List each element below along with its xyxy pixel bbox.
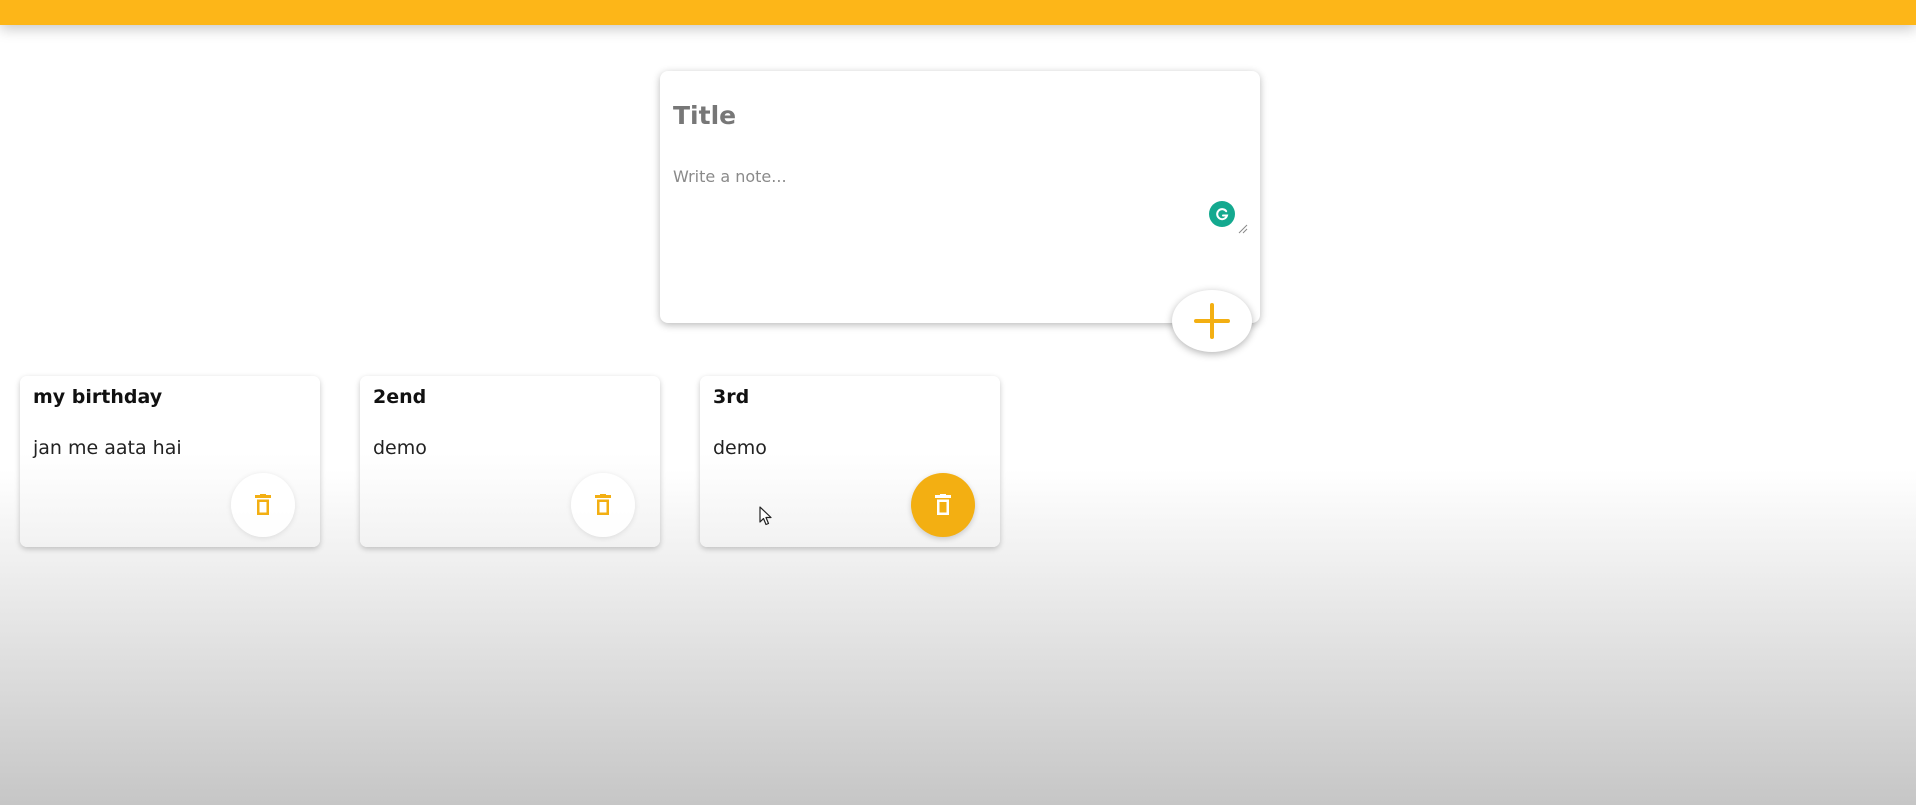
delete-note-button[interactable]	[231, 473, 295, 537]
trash-icon	[255, 494, 271, 515]
note-title-input[interactable]	[673, 101, 1233, 130]
mouse-cursor-icon	[759, 506, 772, 526]
delete-note-button[interactable]	[911, 473, 975, 537]
trash-icon	[595, 494, 611, 515]
note-content: demo	[373, 437, 427, 459]
add-note-button[interactable]	[1172, 290, 1252, 352]
app-header	[0, 0, 1916, 25]
delete-note-button[interactable]	[571, 473, 635, 537]
note-content: jan me aata hai	[33, 437, 182, 459]
note-title: 3rd	[713, 386, 750, 408]
grammarly-icon[interactable]	[1209, 201, 1235, 227]
note-title: 2end	[373, 386, 427, 408]
note-card: 3rd demo	[700, 376, 1000, 547]
note-content-textarea[interactable]	[673, 167, 1245, 303]
create-note-form	[660, 71, 1260, 323]
plus-icon	[1194, 303, 1230, 339]
resize-grip-icon[interactable]	[1238, 224, 1248, 234]
note-card: my birthday jan me aata hai	[20, 376, 320, 547]
note-title: my birthday	[33, 386, 163, 408]
note-content: demo	[713, 437, 767, 459]
trash-icon	[935, 494, 951, 515]
note-card: 2end demo	[360, 376, 660, 547]
